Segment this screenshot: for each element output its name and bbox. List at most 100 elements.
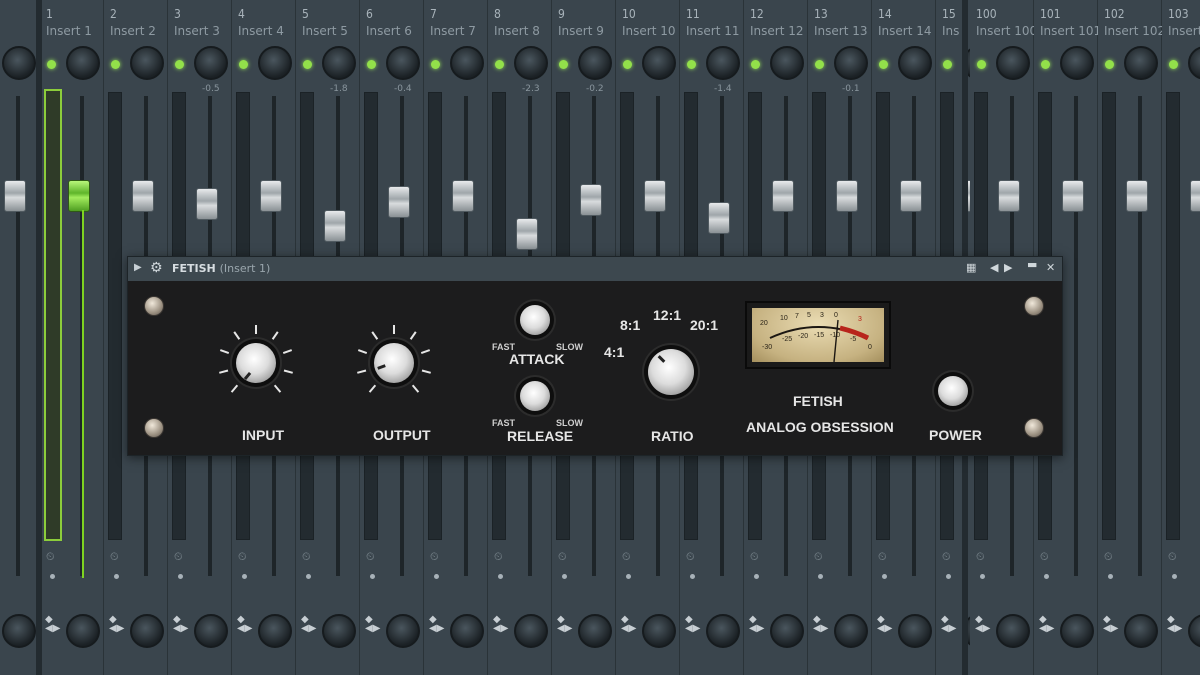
strip-name[interactable]: Insert 1 <box>46 24 106 38</box>
stereo-separation-knob[interactable] <box>322 614 356 648</box>
volume-fader[interactable] <box>4 180 26 212</box>
enable-led-icon[interactable] <box>687 60 696 69</box>
latency-clock-icon[interactable]: ⏲ <box>622 550 631 564</box>
enable-led-icon[interactable] <box>977 60 986 69</box>
stereo-separation-knob[interactable] <box>578 614 612 648</box>
latency-clock-icon[interactable]: ⏲ <box>976 550 985 564</box>
arrow-left-icon[interactable]: ◀ <box>990 261 998 274</box>
stereo-swap-icon[interactable]: ◆ ◀▶ <box>685 615 700 634</box>
stereo-separation-knob[interactable] <box>386 614 420 648</box>
record-dot-icon[interactable] <box>498 574 503 579</box>
grid-icon[interactable]: ▦ <box>966 261 976 274</box>
strip-name[interactable]: Insert 100 <box>976 24 1036 38</box>
latency-clock-icon[interactable]: ⏲ <box>1168 550 1177 564</box>
stereo-separation-knob[interactable] <box>1188 614 1200 648</box>
latency-clock-icon[interactable]: ⏲ <box>1040 550 1049 564</box>
close-icon[interactable]: ✕ <box>1046 261 1055 274</box>
enable-led-icon[interactable] <box>303 60 312 69</box>
stereo-separation-knob[interactable] <box>194 614 228 648</box>
input-knob[interactable] <box>236 343 276 383</box>
gear-icon[interactable]: ⚙ <box>150 260 163 276</box>
stereo-separation-knob[interactable] <box>1124 614 1158 648</box>
ratio-knob[interactable] <box>648 349 694 395</box>
pan-knob[interactable] <box>1188 46 1200 80</box>
volume-fader[interactable] <box>260 180 282 212</box>
latency-clock-icon[interactable]: ⏲ <box>238 550 247 564</box>
strip-name[interactable]: Insert 5 <box>302 24 362 38</box>
volume-fader[interactable] <box>452 180 474 212</box>
record-dot-icon[interactable] <box>50 574 55 579</box>
stereo-swap-icon[interactable]: ◆ ◀▶ <box>749 615 764 634</box>
mixer-strip[interactable]: 103 Insert ⏲ ◆ ◀▶ <box>1162 0 1200 675</box>
pan-knob[interactable] <box>322 46 356 80</box>
stereo-swap-icon[interactable]: ◆ ◀▶ <box>877 615 892 634</box>
latency-clock-icon[interactable]: ⏲ <box>110 550 119 564</box>
strip-name[interactable]: Insert 10 <box>622 24 682 38</box>
stereo-swap-icon[interactable]: ◆ ◀▶ <box>1167 615 1182 634</box>
ratio-12-1[interactable]: 12:1 <box>653 307 681 323</box>
mixer-strip[interactable]: er⏲◆◀▶ <box>0 0 40 675</box>
enable-led-icon[interactable] <box>175 60 184 69</box>
record-dot-icon[interactable] <box>754 574 759 579</box>
record-dot-icon[interactable] <box>370 574 375 579</box>
stereo-swap-icon[interactable]: ◆ ◀▶ <box>813 615 828 634</box>
latency-clock-icon[interactable]: ⏲ <box>878 550 887 564</box>
stereo-swap-icon[interactable]: ◆ ◀▶ <box>557 615 572 634</box>
stereo-separation-knob[interactable] <box>1060 614 1094 648</box>
strip-name[interactable]: Insert 13 <box>814 24 874 38</box>
stereo-separation-knob[interactable] <box>66 614 100 648</box>
record-dot-icon[interactable] <box>1108 574 1113 579</box>
latency-clock-icon[interactable]: ⏲ <box>46 550 55 564</box>
stereo-separation-knob[interactable] <box>898 614 932 648</box>
pan-knob[interactable] <box>898 46 932 80</box>
volume-fader[interactable] <box>132 180 154 212</box>
strip-name[interactable]: Insert 14 <box>878 24 938 38</box>
record-dot-icon[interactable] <box>114 574 119 579</box>
enable-led-icon[interactable] <box>1105 60 1114 69</box>
stereo-separation-knob[interactable] <box>834 614 868 648</box>
volume-fader[interactable] <box>68 180 90 212</box>
minimize-icon[interactable]: ▬ <box>1027 258 1037 271</box>
strip-name[interactable]: Insert 8 <box>494 24 554 38</box>
strip-name[interactable]: Insert <box>1168 24 1200 38</box>
ratio-4-1[interactable]: 4:1 <box>604 344 624 360</box>
triangle-right-icon[interactable]: ▶ <box>134 262 142 273</box>
release-knob[interactable] <box>520 381 550 411</box>
record-dot-icon[interactable] <box>242 574 247 579</box>
pan-knob[interactable] <box>2 46 36 80</box>
pan-knob[interactable] <box>514 46 548 80</box>
strip-name[interactable]: Insert 101 <box>1040 24 1100 38</box>
strip-name[interactable]: Insert 2 <box>110 24 170 38</box>
latency-clock-icon[interactable]: ⏲ <box>430 550 439 564</box>
stereo-swap-icon[interactable]: ◆ ◀▶ <box>1103 615 1118 634</box>
latency-clock-icon[interactable]: ⏲ <box>750 550 759 564</box>
enable-led-icon[interactable] <box>239 60 248 69</box>
volume-fader[interactable] <box>772 180 794 212</box>
stereo-separation-knob[interactable] <box>514 614 548 648</box>
enable-led-icon[interactable] <box>1041 60 1050 69</box>
pan-knob[interactable] <box>642 46 676 80</box>
volume-fader[interactable] <box>836 180 858 212</box>
stereo-swap-icon[interactable]: ◆ ◀▶ <box>109 615 124 634</box>
pan-knob[interactable] <box>194 46 228 80</box>
pan-knob[interactable] <box>258 46 292 80</box>
volume-fader[interactable] <box>1190 180 1200 212</box>
pan-knob[interactable] <box>386 46 420 80</box>
strip-name[interactable]: Insert 3 <box>174 24 234 38</box>
pan-knob[interactable] <box>578 46 612 80</box>
pan-knob[interactable] <box>450 46 484 80</box>
volume-fader[interactable] <box>196 188 218 220</box>
latency-clock-icon[interactable]: ⏲ <box>686 550 695 564</box>
record-dot-icon[interactable] <box>434 574 439 579</box>
strip-name[interactable]: Insert 12 <box>750 24 810 38</box>
stereo-separation-knob[interactable] <box>770 614 804 648</box>
strip-name[interactable]: Insert 6 <box>366 24 426 38</box>
latency-clock-icon[interactable]: ⏲ <box>302 550 311 564</box>
pan-knob[interactable] <box>1124 46 1158 80</box>
volume-fader[interactable] <box>1062 180 1084 212</box>
stereo-swap-icon[interactable]: ◆ ◀▶ <box>621 615 636 634</box>
ratio-20-1[interactable]: 20:1 <box>690 317 718 333</box>
pan-knob[interactable] <box>706 46 740 80</box>
mixer-strip[interactable]: 102 Insert 102 ⏲ ◆ ◀▶ <box>1098 0 1164 675</box>
enable-led-icon[interactable] <box>431 60 440 69</box>
